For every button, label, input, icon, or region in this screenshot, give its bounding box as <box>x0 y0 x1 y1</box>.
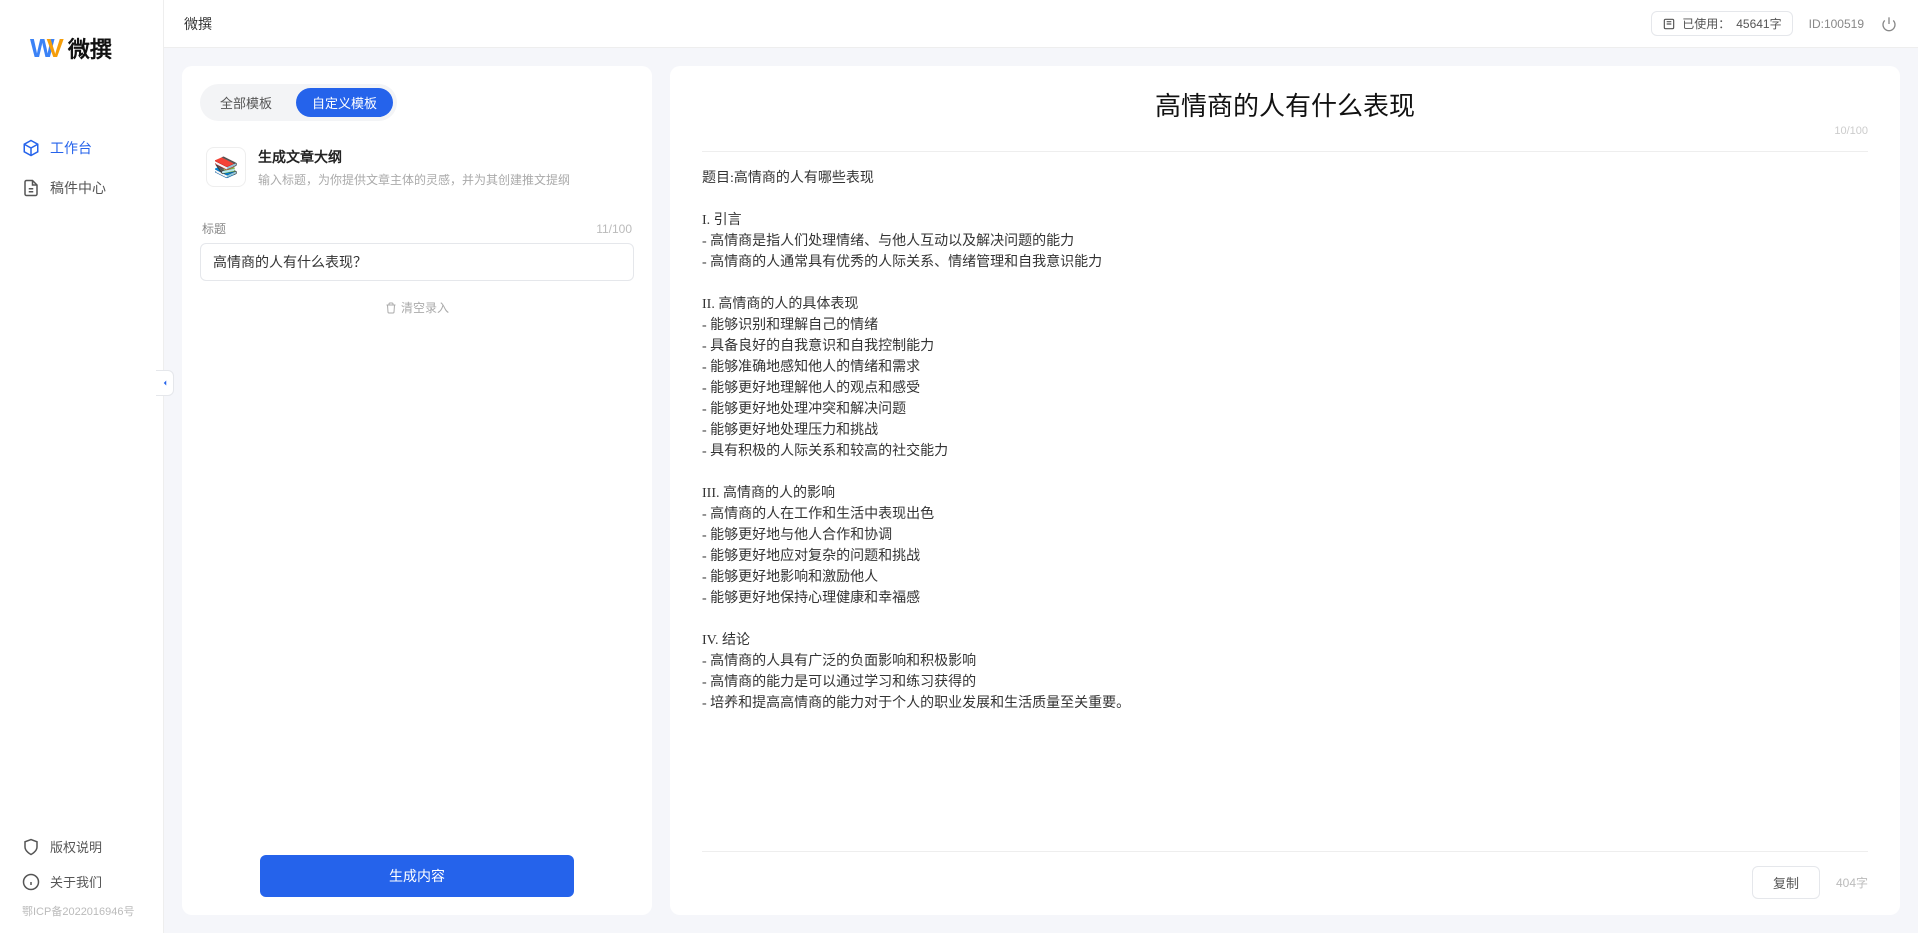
document-line <box>702 273 1868 294</box>
sidebar-item-workspace[interactable]: 工作台 <box>22 128 163 168</box>
document-line: - 能够识别和理解自己的情绪 <box>702 315 1868 336</box>
document-line <box>702 462 1868 483</box>
sidebar: WV 微撰 工作台 稿件中心 版权说明 关于我们 鄂ICP备20220 <box>0 0 164 933</box>
title-input[interactable] <box>200 243 634 281</box>
document-line <box>702 189 1868 210</box>
sidebar-item-label: 工作台 <box>50 138 92 158</box>
icp-text: 鄂ICP备2022016946号 <box>22 899 163 919</box>
template-icon: 📚 <box>206 147 246 187</box>
sidebar-item-drafts[interactable]: 稿件中心 <box>22 168 163 208</box>
shield-icon <box>22 838 40 856</box>
document-line: IV. 结论 <box>702 630 1868 651</box>
sidebar-item-about[interactable]: 关于我们 <box>22 864 163 899</box>
document-line: - 高情商的能力是可以通过学习和练习获得的 <box>702 672 1868 693</box>
sidebar-nav: 工作台 稿件中心 <box>0 88 163 829</box>
word-count: 404字 <box>1836 874 1868 891</box>
tab-custom-templates[interactable]: 自定义模板 <box>296 88 393 117</box>
document-line: - 能够更好地理解他人的观点和感受 <box>702 378 1868 399</box>
document-line: 题目:高情商的人有哪些表现 <box>702 168 1868 189</box>
document-line: - 具备良好的自我意识和自我控制能力 <box>702 336 1868 357</box>
sidebar-item-copyright[interactable]: 版权说明 <box>22 829 163 864</box>
document-line: - 能够准确地感知他人的情绪和需求 <box>702 357 1868 378</box>
document-line: - 高情商的人通常具有优秀的人际关系、情绪管理和自我意识能力 <box>702 252 1868 273</box>
document-line: - 能够更好地影响和激励他人 <box>702 567 1868 588</box>
document-line: III. 高情商的人的影响 <box>702 483 1868 504</box>
document-line: - 培养和提高高情商的能力对于个人的职业发展和生活质量至关重要。 <box>702 693 1868 714</box>
document-line: - 高情商的人具有广泛的负面影响和积极影响 <box>702 651 1868 672</box>
document-line: - 具有积极的人际关系和较高的社交能力 <box>702 441 1868 462</box>
copy-button[interactable]: 复制 <box>1752 866 1820 899</box>
sidebar-item-label: 关于我们 <box>50 872 102 891</box>
page-title: 微撰 <box>184 14 1635 34</box>
document-line: - 能够更好地保持心理健康和幸福感 <box>702 588 1868 609</box>
title-field-label: 标题 <box>202 220 226 237</box>
sidebar-item-label: 稿件中心 <box>50 178 106 198</box>
user-id: ID:100519 <box>1809 17 1864 31</box>
document-line: II. 高情商的人的具体表现 <box>702 294 1868 315</box>
cube-icon <box>22 139 40 157</box>
document-icon <box>22 179 40 197</box>
power-icon <box>1881 16 1897 32</box>
trash-icon <box>385 302 397 314</box>
books-icon: 📚 <box>214 155 239 180</box>
logo-text: 微撰 <box>68 32 112 64</box>
clear-input-button[interactable]: 清空录入 <box>200 299 634 316</box>
topbar: 微撰 已使用： 45641字 ID:100519 <box>164 0 1918 48</box>
template-desc: 输入标题，为你提供文章主体的灵感，并为其创建推文提纲 <box>258 171 570 188</box>
document-line: - 能够更好地处理冲突和解决问题 <box>702 399 1868 420</box>
template-tabs: 全部模板 自定义模板 <box>200 84 397 121</box>
logo: WV 微撰 <box>0 0 163 88</box>
divider <box>702 151 1868 152</box>
power-button[interactable] <box>1880 15 1898 33</box>
usage-pill: 已使用： 45641字 <box>1651 11 1792 36</box>
template-title: 生成文章大纲 <box>258 147 570 167</box>
document-line <box>702 609 1868 630</box>
output-panel: 高情商的人有什么表现 10/100 题目:高情商的人有哪些表现 I. 引言- 高… <box>670 66 1900 915</box>
logo-mark: WV <box>30 33 62 64</box>
info-icon <box>22 873 40 891</box>
chevron-left-icon <box>160 378 170 388</box>
text-icon <box>1662 17 1676 31</box>
document-title-counter: 10/100 <box>1834 125 1868 137</box>
usage-value: 45641字 <box>1736 15 1781 32</box>
sidebar-collapse-handle[interactable] <box>156 370 174 396</box>
sidebar-item-label: 版权说明 <box>50 837 102 856</box>
document-title[interactable]: 高情商的人有什么表现 <box>702 86 1868 123</box>
document-line: - 能够更好地应对复杂的问题和挑战 <box>702 546 1868 567</box>
usage-prefix: 已使用： <box>1682 15 1730 32</box>
tab-all-templates[interactable]: 全部模板 <box>204 88 288 117</box>
document-line: - 能够更好地与他人合作和协调 <box>702 525 1868 546</box>
document-body[interactable]: 题目:高情商的人有哪些表现 I. 引言- 高情商是指人们处理情绪、与他人互动以及… <box>702 168 1868 843</box>
document-line: - 高情商是指人们处理情绪、与他人互动以及解决问题的能力 <box>702 231 1868 252</box>
document-line: I. 引言 <box>702 210 1868 231</box>
generate-button[interactable]: 生成内容 <box>260 855 574 897</box>
document-line: - 高情商的人在工作和生活中表现出色 <box>702 504 1868 525</box>
sidebar-footer: 版权说明 关于我们 鄂ICP备2022016946号 <box>0 829 163 933</box>
template-card[interactable]: 📚 生成文章大纲 输入标题，为你提供文章主体的灵感，并为其创建推文提纲 <box>200 137 634 202</box>
document-line: - 能够更好地处理压力和挑战 <box>702 420 1868 441</box>
title-input-counter: 11/100 <box>596 222 632 236</box>
template-panel: 全部模板 自定义模板 📚 生成文章大纲 输入标题，为你提供文章主体的灵感，并为其… <box>182 66 652 915</box>
